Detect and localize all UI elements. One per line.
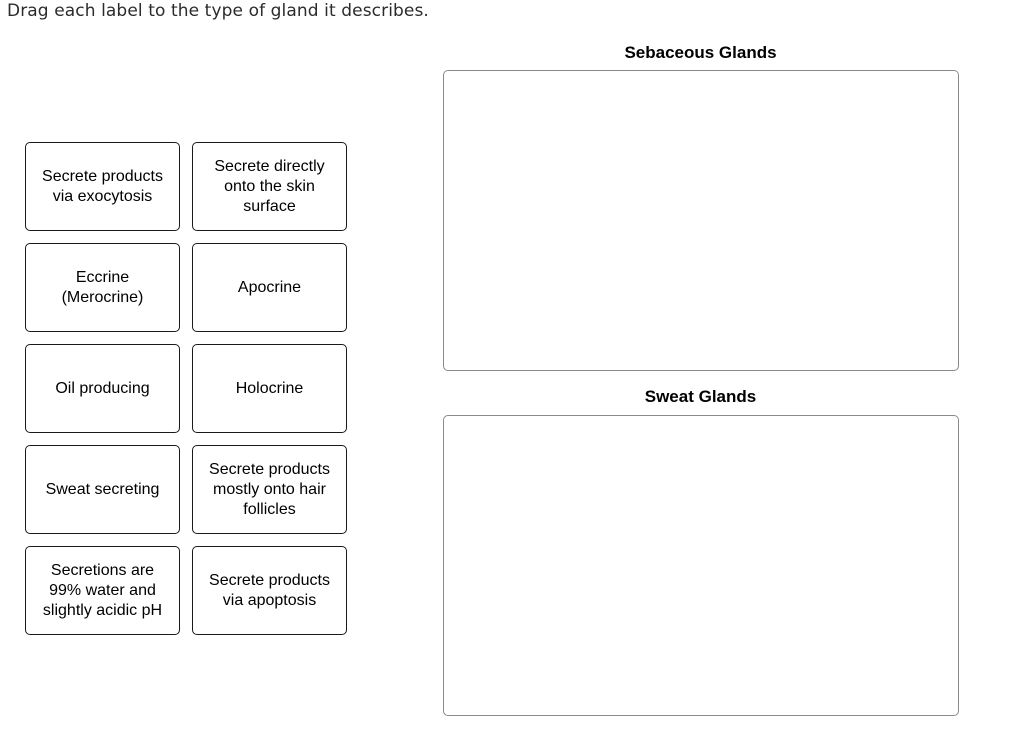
sebaceous-glands-heading: Sebaceous Glands	[624, 43, 777, 62]
draggable-label-secrete-via-exocytosis[interactable]: Secrete products via exocytosis	[25, 142, 180, 231]
draggable-label-apocrine[interactable]: Apocrine	[192, 243, 347, 332]
draggable-label-eccrine[interactable]: Eccrine (Merocrine)	[25, 243, 180, 332]
draggable-label-holocrine[interactable]: Holocrine	[192, 344, 347, 433]
draggable-label-water-acidic-ph[interactable]: Secretions are 99% water and slightly ac…	[25, 546, 180, 635]
draggable-label-secrete-via-apoptosis[interactable]: Secrete products via apoptosis	[192, 546, 347, 635]
instructions-text: Drag each label to the type of gland it …	[7, 1, 429, 21]
sebaceous-glands-drop-zone[interactable]	[443, 70, 959, 371]
draggable-label-secrete-onto-hair-follicles[interactable]: Secrete products mostly onto hair follic…	[192, 445, 347, 534]
sweat-glands-drop-zone[interactable]	[443, 415, 959, 716]
draggable-label-oil-producing[interactable]: Oil producing	[25, 344, 180, 433]
sweat-glands-heading: Sweat Glands	[644, 387, 757, 406]
draggable-label-sweat-secreting[interactable]: Sweat secreting	[25, 445, 180, 534]
draggable-label-secrete-onto-skin-surface[interactable]: Secrete directly onto the skin surface	[192, 142, 347, 231]
